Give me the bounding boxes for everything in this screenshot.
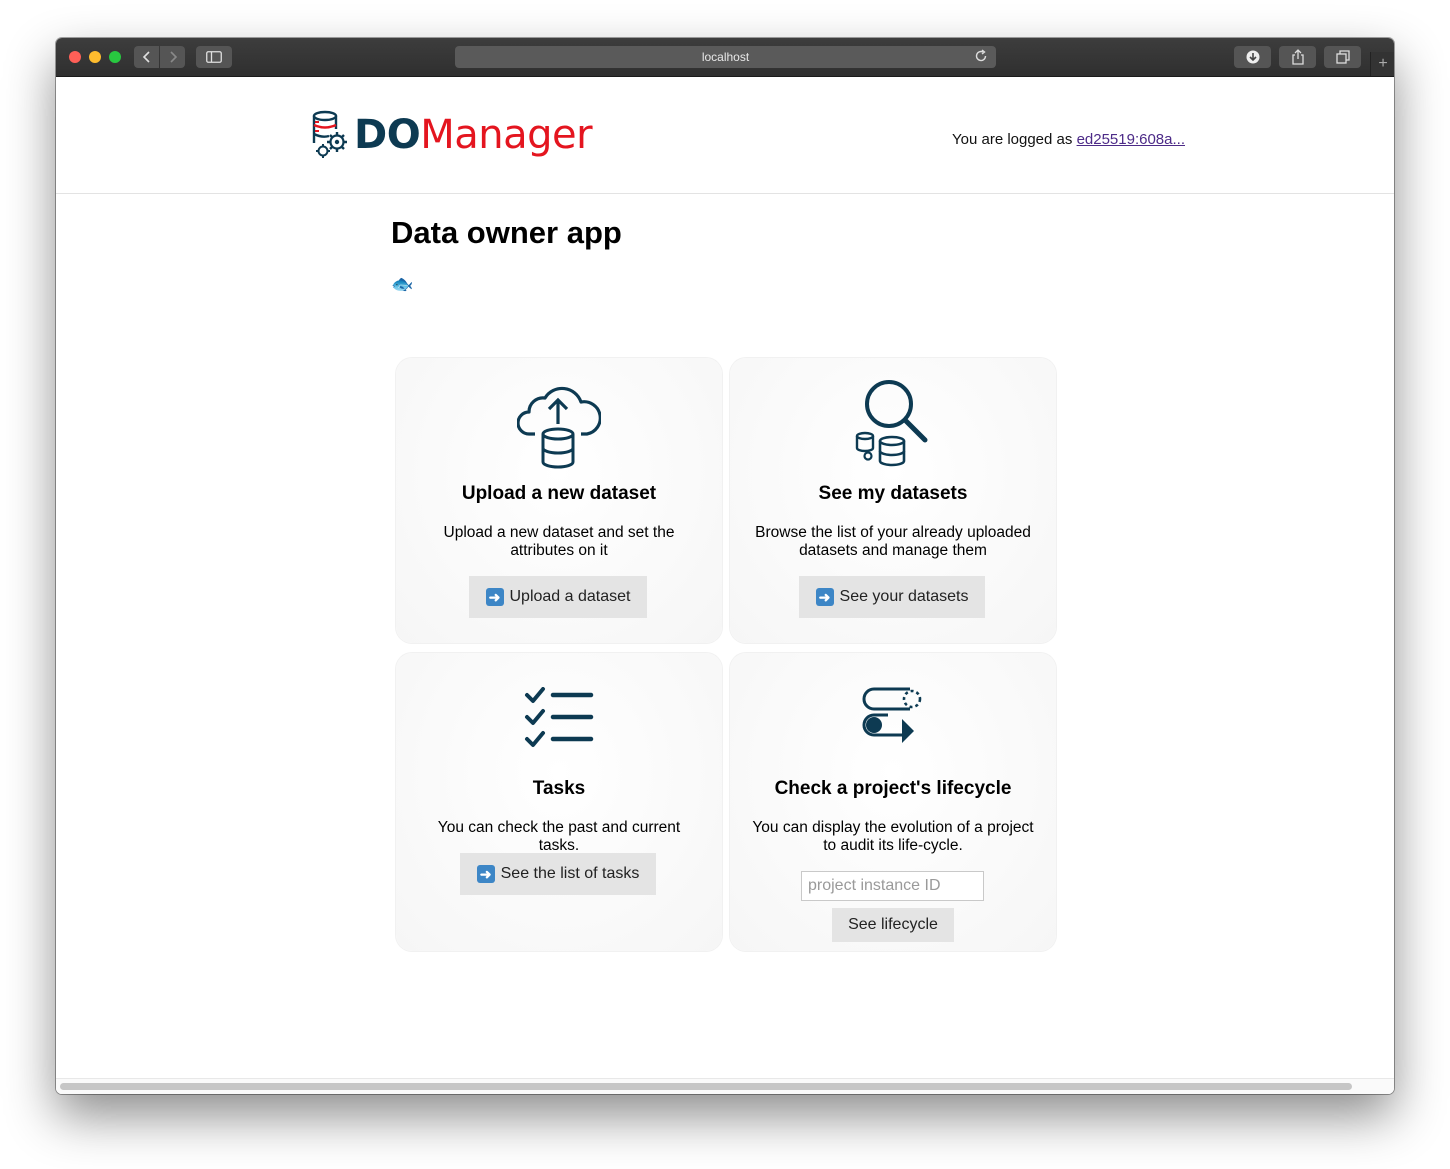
see-datasets-button[interactable]: ➜ See your datasets: [799, 576, 985, 618]
logo-text-do: DO: [354, 112, 421, 158]
download-icon: [1246, 50, 1259, 64]
card-description: You can display the evolution of a proje…: [752, 819, 1034, 854]
sidebar-icon: [206, 51, 222, 63]
upload-dataset-button[interactable]: ➜ Upload a dataset: [469, 576, 647, 618]
reload-icon[interactable]: [974, 49, 990, 65]
project-instance-id-input[interactable]: [801, 871, 984, 901]
search-datasets-icon: [730, 378, 1056, 468]
new-tab-button[interactable]: +: [1370, 52, 1394, 76]
see-datasets-card: See my datasets Browse the list of your …: [730, 358, 1056, 643]
card-title: Tasks: [532, 778, 586, 799]
minimize-window-button[interactable]: [89, 51, 101, 63]
show-tabs-button[interactable]: [1324, 46, 1361, 68]
arrow-right-icon: ➜: [476, 865, 495, 883]
chevron-left-icon: [142, 51, 150, 63]
main-content: Data owner app 🐟 Upload a new dataset Up…: [391, 215, 1056, 951]
share-icon: [1291, 49, 1304, 65]
downloads-button[interactable]: [1234, 46, 1271, 68]
page-content: DOManager You are logged as ed25519:608a…: [56, 77, 1394, 1094]
browser-titlebar: localhost +: [56, 38, 1394, 77]
see-tasks-button-label: See the list of tasks: [500, 865, 640, 882]
logo-text-manager: Manager: [420, 112, 593, 158]
database-gear-logo-icon: [312, 110, 347, 158]
back-button[interactable]: [134, 46, 159, 68]
card-description: Browse the list of your already uploaded…: [755, 524, 1031, 559]
address-url: localhost: [701, 50, 750, 64]
card-description: You can check the past and current tasks…: [437, 819, 681, 854]
sidebar-toggle-button[interactable]: [196, 46, 232, 68]
share-button[interactable]: [1279, 46, 1316, 68]
see-lifecycle-button-label: See lifecycle: [848, 916, 938, 933]
see-tasks-button[interactable]: ➜ See the list of tasks: [460, 853, 656, 895]
see-datasets-button-label: See your datasets: [839, 588, 969, 605]
lifecycle-icon: [730, 687, 1056, 749]
logo-text: DOManager: [354, 112, 593, 158]
page-title: Data owner app: [391, 215, 622, 250]
arrow-right-icon: ➜: [815, 588, 834, 606]
checklist-icon: [396, 687, 722, 749]
horizontal-scrollbar[interactable]: [60, 1083, 1352, 1090]
forward-button[interactable]: [160, 46, 185, 68]
login-status-label: You are logged as: [952, 131, 1073, 148]
plus-icon: +: [1378, 55, 1388, 72]
card-title: Check a project's lifecycle: [774, 778, 1012, 799]
card-title: See my datasets: [818, 483, 968, 504]
browser-window: localhost + DOManager You are logged as …: [56, 38, 1394, 1094]
tabs-icon: [1335, 50, 1350, 64]
zoom-window-button[interactable]: [109, 51, 121, 63]
card-description: Upload a new dataset and set the attribu…: [443, 524, 675, 559]
fish-emoji: 🐟: [391, 274, 414, 294]
see-lifecycle-button[interactable]: See lifecycle: [832, 908, 954, 942]
chevron-right-icon: [169, 51, 177, 63]
card-title: Upload a new dataset: [461, 483, 657, 504]
close-window-button[interactable]: [69, 51, 81, 63]
user-id-link[interactable]: ed25519:608a...: [1077, 131, 1185, 148]
upload-dataset-card: Upload a new dataset Upload a new datase…: [396, 358, 722, 643]
tasks-card: Tasks You can check the past and current…: [396, 653, 722, 951]
arrow-right-icon: ➜: [485, 588, 504, 606]
cloud-upload-database-icon: [396, 376, 722, 470]
project-lifecycle-card: Check a project's lifecycle You can disp…: [730, 653, 1056, 951]
site-header: DOManager You are logged as ed25519:608a…: [56, 77, 1394, 194]
login-status: You are logged as ed25519:608a...: [952, 131, 1185, 148]
domanager-logo[interactable]: DOManager: [310, 109, 593, 161]
upload-dataset-button-label: Upload a dataset: [509, 588, 631, 605]
address-bar[interactable]: localhost: [455, 46, 996, 68]
